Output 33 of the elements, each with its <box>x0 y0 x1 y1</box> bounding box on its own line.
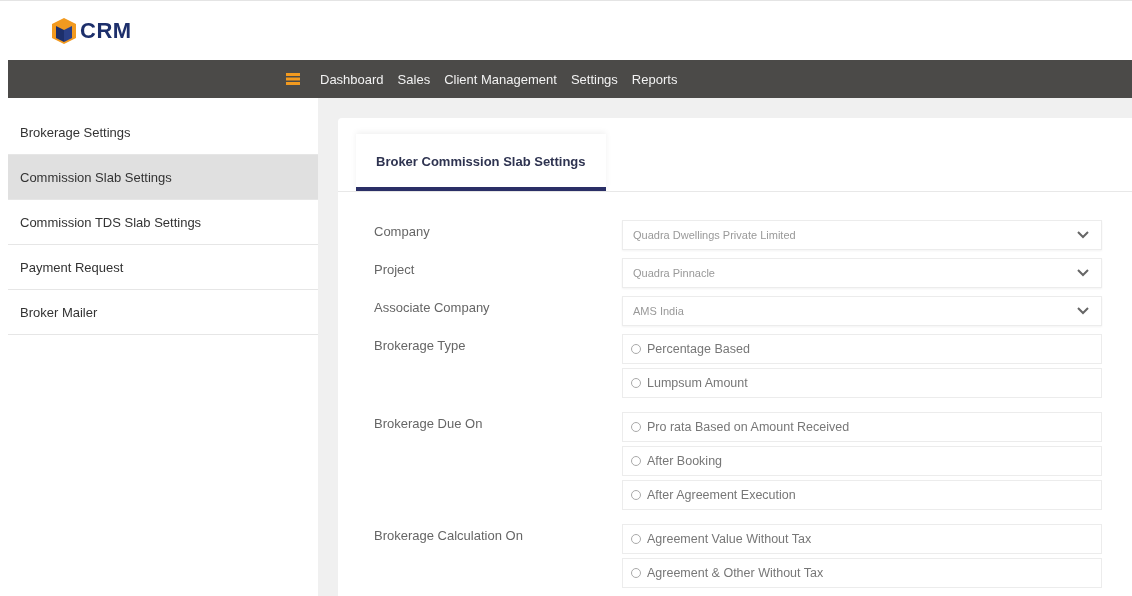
field-label: Brokerage Due On <box>374 415 484 433</box>
chevron-down-icon <box>1077 269 1089 277</box>
radio-icon[interactable] <box>631 344 641 354</box>
menu-icon[interactable] <box>286 73 300 85</box>
cube-icon <box>50 15 78 46</box>
radio-option[interactable]: After Booking <box>622 446 1102 476</box>
radio-icon[interactable] <box>631 456 641 466</box>
radio-option[interactable]: Pro rata Based on Amount Received <box>622 412 1102 442</box>
tab[interactable]: Broker Commission Slab Settings <box>356 134 606 191</box>
field-label: Company <box>374 223 431 241</box>
field-label: Brokerage Type <box>374 337 467 355</box>
radio-icon[interactable] <box>631 490 641 500</box>
radio-icon[interactable] <box>631 568 641 578</box>
nav-link[interactable]: Settings <box>570 71 618 87</box>
nav-link[interactable]: Client Management <box>444 71 557 87</box>
nav-link[interactable]: Reports <box>631 71 678 87</box>
radio-option[interactable]: After Agreement Execution <box>622 480 1102 510</box>
field-label: Brokerage Calculation On <box>374 527 524 545</box>
chevron-down-icon <box>1077 231 1089 239</box>
field-label: Project <box>374 261 416 279</box>
logo-text: CRM <box>80 17 132 44</box>
radio-icon[interactable] <box>631 422 641 432</box>
sidebar-item[interactable]: Commission Slab Settings <box>8 155 318 200</box>
radio-option[interactable]: Lumpsum Amount <box>622 368 1102 398</box>
radio-icon[interactable] <box>631 534 641 544</box>
nav-link[interactable]: Sales <box>397 71 431 87</box>
radio-option[interactable]: Percentage Based <box>622 334 1102 364</box>
nav-link[interactable]: Dashboard <box>320 71 384 87</box>
radio-icon[interactable] <box>631 378 641 388</box>
radio-option[interactable]: Agreement Value Without Tax <box>622 524 1102 554</box>
field-label: Associate Company <box>374 299 491 317</box>
chevron-down-icon <box>1077 307 1089 315</box>
radio-option[interactable]: Agreement & Other Without Tax <box>622 558 1102 588</box>
